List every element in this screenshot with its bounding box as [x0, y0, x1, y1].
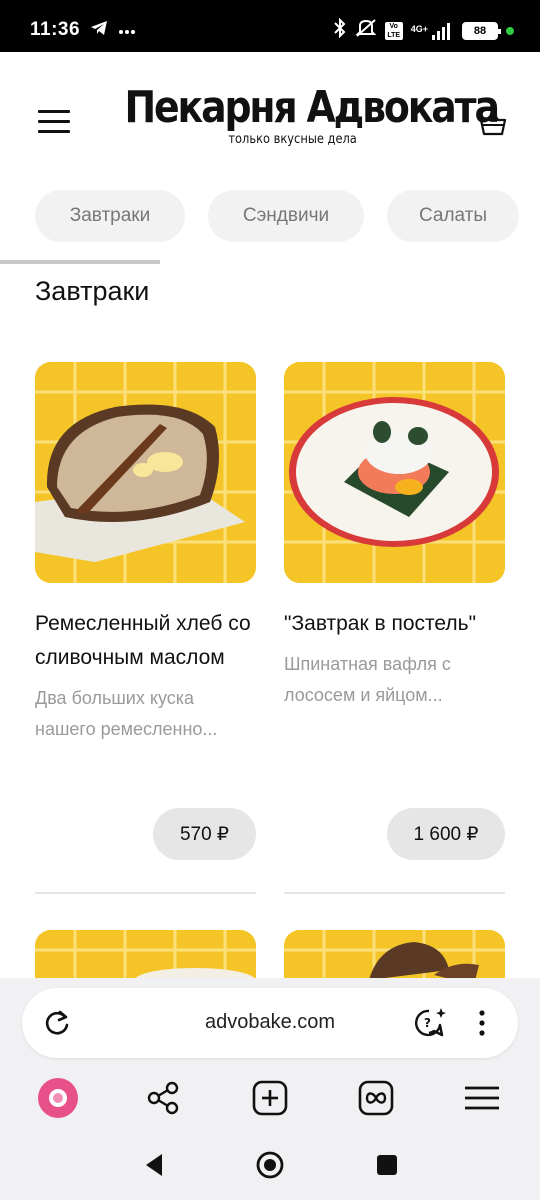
product-description: Шпинатная вафля с лососем и яйцом...: [284, 654, 451, 705]
new-tab-icon[interactable]: [250, 1078, 290, 1118]
basket-icon: [479, 109, 507, 136]
mute-icon: [355, 18, 377, 43]
recents-nav-icon[interactable]: [372, 1150, 402, 1180]
ai-assistant-icon[interactable]: ?: [414, 1006, 448, 1040]
product-card[interactable]: "Завтрак в постель" Шпинатная вафля с ло…: [284, 362, 505, 894]
logo-subtitle: только вкусные дела: [228, 132, 357, 147]
volte-icon: Vo LTE: [384, 21, 403, 40]
category-pill-salads[interactable]: Салаты: [387, 190, 519, 242]
status-bar: 11:36 Vo LTE 4G+ 88: [0, 0, 540, 52]
more-dots-icon: [118, 22, 136, 40]
status-left-icons: [90, 20, 136, 41]
hamburger-menu-button[interactable]: [38, 110, 70, 134]
category-pill-breakfast[interactable]: Завтраки: [35, 190, 185, 242]
home-nav-icon[interactable]: [255, 1150, 285, 1180]
logo-title: Пекарня Адвоката: [124, 82, 500, 133]
alice-icon[interactable]: [38, 1078, 78, 1118]
tabs-icon[interactable]: [356, 1078, 396, 1118]
product-image-breakfast-in-bed[interactable]: [284, 362, 505, 583]
status-time: 11:36: [30, 19, 81, 40]
logo[interactable]: Пекарня Адвоката только вкусные дела: [100, 82, 500, 147]
price-button[interactable]: 1 600 ₽: [387, 808, 505, 860]
price-button[interactable]: 570 ₽: [153, 808, 256, 860]
product-name[interactable]: Ремесленный хлеб со сливочным маслом: [35, 607, 256, 675]
battery-icon: 88: [462, 21, 501, 40]
share-icon[interactable]: [144, 1078, 184, 1118]
browser-bottom-bar: advobake.com ?: [0, 978, 540, 1200]
product-card[interactable]: Ремесленный хлеб со сливочным маслом Два…: [35, 362, 256, 894]
signal-4g-icon: 4G+: [411, 22, 454, 40]
product-name[interactable]: "Завтрак в постель": [284, 607, 505, 641]
product-image-bread[interactable]: [35, 362, 256, 583]
telegram-icon: [90, 20, 108, 41]
category-pill-sandwiches[interactable]: Сэндвичи: [208, 190, 364, 242]
card-divider: [35, 892, 256, 894]
menu-icon[interactable]: [462, 1078, 502, 1118]
bluetooth-icon: [333, 17, 347, 43]
category-scroll-indicator: [0, 260, 160, 264]
more-options-icon[interactable]: [472, 1008, 492, 1038]
svg-text:?: ?: [424, 1016, 431, 1030]
site-header: Пекарня Адвоката только вкусные дела: [0, 52, 540, 177]
cart-basket-button[interactable]: [478, 108, 508, 138]
privacy-indicator-icon: [506, 26, 514, 35]
section-title: Завтраки: [35, 276, 150, 306]
back-nav-icon[interactable]: [140, 1150, 170, 1180]
network-label: 4G+: [410, 23, 428, 34]
address-bar[interactable]: advobake.com ?: [22, 988, 518, 1058]
status-right-icons: Vo LTE 4G+ 88: [333, 17, 514, 43]
product-description: Два больших куска нашего ремесленно...: [35, 688, 218, 739]
category-tabs: Завтраки Сэндвичи Салаты: [0, 190, 540, 244]
card-divider: [284, 892, 505, 894]
